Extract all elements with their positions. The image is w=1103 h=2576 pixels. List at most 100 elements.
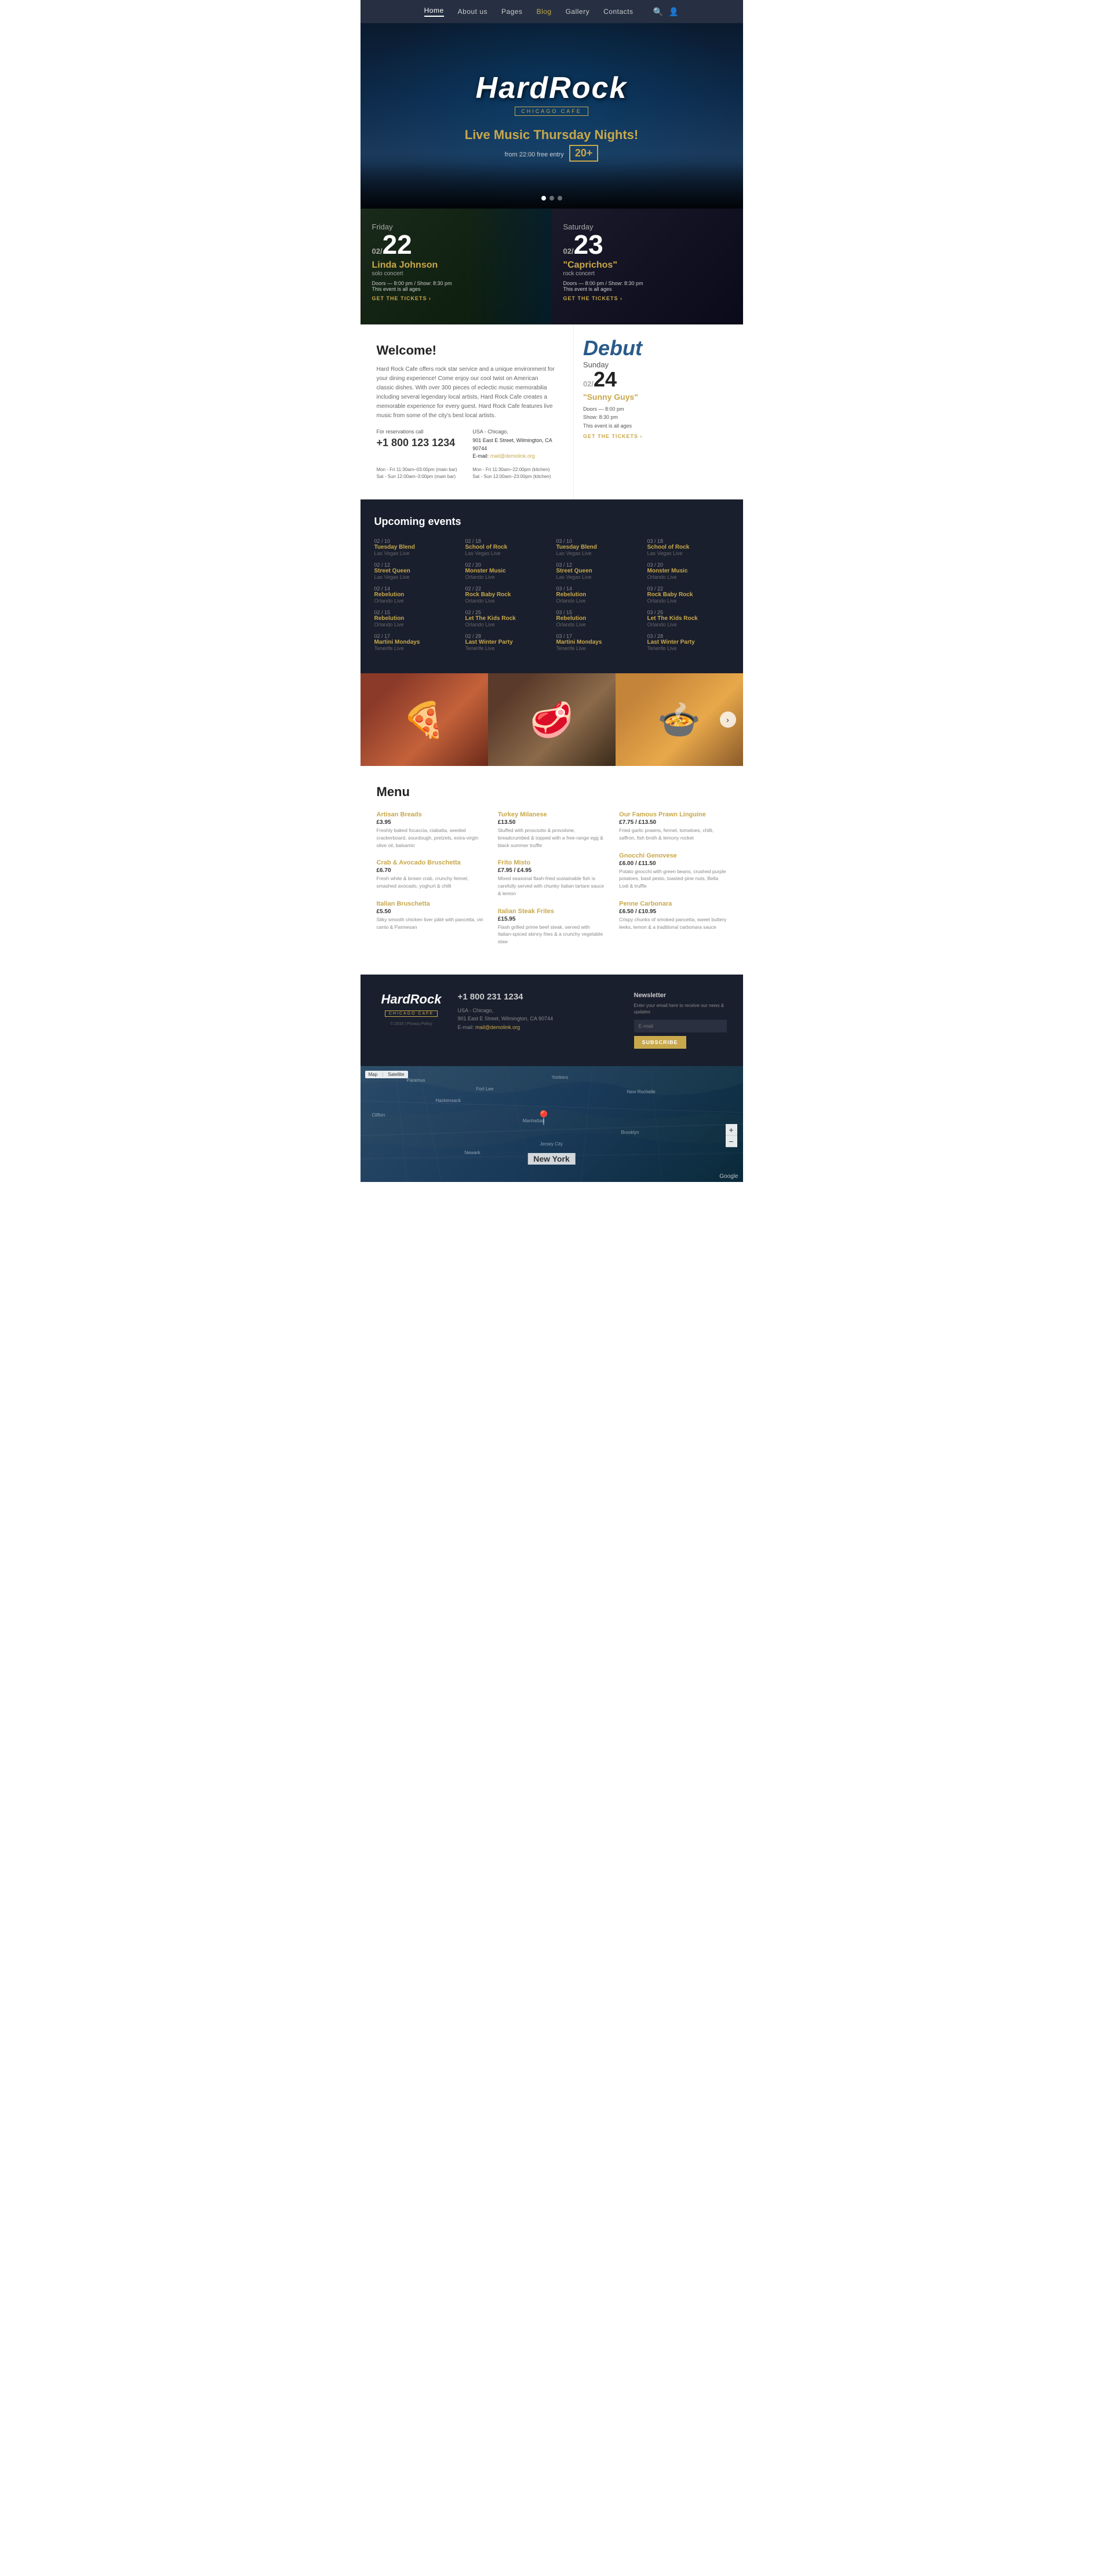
gallery-next-arrow[interactable]: › (720, 711, 736, 728)
footer: HardRock CHICAGO CAFE © 2016 | Privacy P… (361, 975, 743, 1066)
events-col-3: 03 / 10 Tuesday Blend Las Vegas Live 03 … (556, 538, 638, 657)
events-strip: Friday 02/22 Linda Johnson solo concert … (361, 209, 743, 324)
debut-tickets-link[interactable]: GET THE TICKETS › (583, 433, 734, 439)
dot-2[interactable] (549, 196, 554, 200)
hero-logo: HardRock CHICAGO CAFE (476, 71, 628, 116)
welcome-section: Welcome! Hard Rock Cafe offers rock star… (361, 324, 743, 499)
user-icon[interactable]: 👤 (669, 7, 679, 17)
debut-info: Doors — 8:00 pmShow: 8:30 pmThis event i… (583, 405, 734, 430)
subscribe-button[interactable]: SUBSCRIBE (634, 1036, 686, 1049)
reservations-label: For reservations call (377, 429, 461, 435)
footer-phone: +1 800 231 1234 (458, 992, 623, 1002)
footer-newsletter: Newsletter Enter your email here to rece… (634, 992, 727, 1049)
footer-address: USA - Chicago, 901 East E Street, Wilmin… (458, 1006, 623, 1031)
list-item: 02 / 25 Let The Kids Rock Orlando Live (465, 610, 547, 627)
food-steak: 🥩 (488, 673, 616, 766)
contact-block: For reservations call +1 800 123 1234 US… (377, 429, 557, 461)
footer-email-link[interactable]: mail@demolink.org (475, 1024, 520, 1030)
nav-home[interactable]: Home (424, 6, 444, 17)
dot-1[interactable] (541, 196, 546, 200)
event-friday: Friday 02/22 Linda Johnson solo concert … (361, 209, 552, 324)
events-col-2: 02 / 18 School of Rock Las Vegas Live 02… (465, 538, 547, 657)
newsletter-email-input[interactable] (634, 1020, 727, 1032)
map-label-1: Paramus (407, 1078, 425, 1083)
map-zoom-controls: + − (726, 1124, 737, 1147)
nav-pages[interactable]: Pages (501, 8, 523, 16)
map-label-4: New Rochelle (627, 1089, 656, 1094)
menu-col-3: Our Famous Prawn Linguine £7.75 / £13.50… (619, 811, 726, 956)
list-item: 03 / 25 Let The Kids Rock Orlando Live (647, 610, 729, 627)
upcoming-section: Upcoming events 02 / 10 Tuesday Blend La… (361, 499, 743, 673)
map-satellite-btn[interactable]: Satellite (388, 1072, 404, 1077)
address-label: USA - Chicago, (472, 429, 557, 435)
contact-phone-block: For reservations call +1 800 123 1234 (377, 429, 461, 461)
tagline-sub: from 22:00 free entry 20+ (465, 145, 639, 162)
pizza-icon: 🍕 (361, 673, 488, 766)
food-gallery: 🍕 🥩 🍲 › (361, 673, 743, 766)
nav-about[interactable]: About us (458, 8, 487, 16)
footer-brand-name: HardRock (377, 992, 446, 1007)
newsletter-desc: Enter your email here to receive our new… (634, 1002, 727, 1015)
welcome-title: Welcome! (377, 343, 557, 358)
list-item: Artisan Breads £3.95 Freshly baked focac… (377, 811, 484, 849)
nav-contacts[interactable]: Contacts (603, 8, 633, 16)
saturday-tickets-link[interactable]: GET THE TICKETS › (563, 295, 731, 301)
list-item: 03 / 12 Street Queen Las Vegas Live (556, 562, 638, 580)
list-item: 03 / 10 Tuesday Blend Las Vegas Live (556, 538, 638, 556)
menu-grid: Artisan Breads £3.95 Freshly baked focac… (377, 811, 727, 956)
search-icon[interactable]: 🔍 (653, 7, 662, 17)
main-nav: Home About us Pages Blog Gallery Contact… (361, 0, 743, 23)
footer-logo: HardRock CHICAGO CAFE © 2016 | Privacy P… (377, 992, 446, 1026)
list-item: Turkey Milanese £13.50 Stuffed with pros… (498, 811, 605, 849)
list-item: Penne Carbonara £6.50 / £10.95 Crispy ch… (619, 900, 726, 931)
phone-number: +1 800 123 1234 (377, 437, 461, 449)
list-item: 02 / 10 Tuesday Blend Las Vegas Live (374, 538, 456, 556)
map-zoom-out[interactable]: − (726, 1136, 737, 1147)
saturday-name: "Caprichos" (563, 260, 731, 271)
friday-bg-deco (465, 209, 552, 324)
map-controls[interactable]: Map | Satellite (365, 1071, 408, 1078)
saturday-details: Doors — 8:00 pm / Show: 8:30 pmThis even… (563, 280, 731, 292)
map-label-6: Clifton (372, 1112, 385, 1118)
hours-main-bar: Mon - Fri 11:30am–03:00pm (main bar)Sat … (377, 466, 461, 481)
saturday-date: 02/23 (563, 231, 731, 258)
hero-tagline: Live Music Thursday Nights! from 22:00 f… (465, 127, 639, 162)
map-map-btn[interactable]: Map (369, 1072, 378, 1077)
footer-copyright: © 2016 | Privacy Policy (377, 1022, 446, 1026)
dot-3[interactable] (558, 196, 562, 200)
menu-title: Menu (377, 785, 727, 800)
address-text: 901 East E Street, Wilmington, CA 90744 … (472, 437, 557, 461)
debut-title: Debut (583, 336, 734, 360)
list-item: 03 / 20 Monster Music Orlando Live (647, 562, 729, 580)
nav-gallery[interactable]: Gallery (566, 8, 590, 16)
brand-sub: CHICAGO CAFE (515, 107, 588, 116)
stage-decoration (361, 162, 743, 209)
debut-band-name: "Sunny Guys" (583, 392, 734, 402)
map-label-5: Hackensack (436, 1098, 461, 1103)
map-zoom-in[interactable]: + (726, 1124, 737, 1136)
event-saturday: Saturday 02/23 "Caprichos" rock concert … (552, 209, 743, 324)
steak-icon: 🥩 (488, 673, 616, 766)
list-item: 02 / 17 Martini Mondays Tenerife Live (374, 633, 456, 651)
list-item: 02 / 14 Rebelution Orlando Live (374, 586, 456, 604)
events-col-1: 02 / 10 Tuesday Blend Las Vegas Live 02 … (374, 538, 456, 657)
nav-blog[interactable]: Blog (537, 8, 552, 16)
hours-block: Mon - Fri 11:30am–03:00pm (main bar)Sat … (377, 466, 557, 481)
list-item: Italian Bruschetta £5.50 Silky smooth ch… (377, 900, 484, 931)
welcome-body: Hard Rock Cafe offers rock star service … (377, 365, 557, 421)
contact-address-block: USA - Chicago, 901 East E Street, Wilmin… (472, 429, 557, 461)
list-item: Italian Steak Frites £15.95 Flash grille… (498, 908, 605, 946)
footer-contact: +1 800 231 1234 USA - Chicago, 901 East … (458, 992, 623, 1031)
food-pizza: 🍕 (361, 673, 488, 766)
hero-section: HardRock CHICAGO CAFE Live Music Thursda… (361, 23, 743, 209)
map-pin: 📍 (535, 1110, 552, 1127)
events-col-4: 03 / 18 School of Rock Las Vegas Live 03… (647, 538, 729, 657)
menu-col-1: Artisan Breads £3.95 Freshly baked focac… (377, 811, 484, 956)
welcome-left: Welcome! Hard Rock Cafe offers rock star… (361, 324, 573, 499)
tagline-main: Live Music Thursday Nights! (465, 127, 639, 143)
google-logo: Google (719, 1173, 738, 1180)
events-grid: 02 / 10 Tuesday Blend Las Vegas Live 02 … (374, 538, 729, 657)
email-link[interactable]: mail@demolink.org (490, 453, 535, 459)
list-item: 02 / 20 Monster Music Orlando Live (465, 562, 547, 580)
list-item: 02 / 18 School of Rock Las Vegas Live (465, 538, 547, 556)
